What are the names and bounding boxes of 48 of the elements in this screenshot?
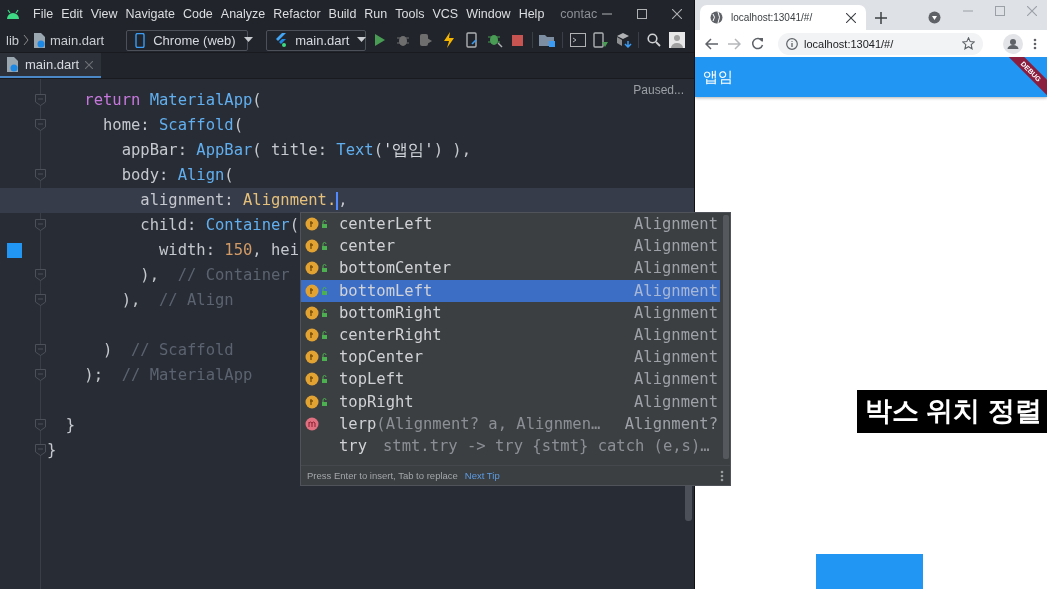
- caption-text: 박스 위치 정렬: [857, 390, 1047, 433]
- file-tab[interactable]: main.dart: [0, 53, 102, 78]
- breadcrumb-item[interactable]: lib: [6, 32, 19, 48]
- completion-item[interactable]: bottomRight Alignment: [301, 301, 720, 324]
- completion-item[interactable]: topLeft Alignment: [301, 368, 720, 391]
- code-line: ); // MaterialApp: [83, 365, 253, 386]
- menu-item[interactable]: Navigate: [121, 7, 179, 21]
- completion-item[interactable]: try stmt.try -> try {stmt} catch (e,s)…: [301, 434, 720, 458]
- menu-item[interactable]: Analyze: [216, 7, 270, 21]
- menu-item[interactable]: Tools: [391, 7, 429, 21]
- code-line: ), // Container: [139, 265, 290, 286]
- menu-item[interactable]: Build: [324, 7, 361, 21]
- completion-item[interactable]: topRight Alignment: [301, 390, 720, 413]
- code-line: return MaterialApp(: [83, 90, 262, 111]
- code-line: ), // Align: [120, 290, 234, 311]
- menu-item[interactable]: Run: [360, 7, 392, 21]
- completion-item[interactable]: topCenter Alignment: [301, 346, 720, 369]
- code-line: body: Align(: [120, 165, 234, 186]
- hint-text: Press Enter to insert, Tab to replace: [307, 470, 458, 481]
- code-line: }: [47, 440, 57, 461]
- next-tip-link[interactable]: Next Tip: [464, 470, 500, 481]
- address-bar[interactable]: localhost:13041/#/: [778, 32, 983, 55]
- menu-item[interactable]: Help: [514, 7, 549, 21]
- menu-item[interactable]: Edit: [57, 7, 87, 21]
- menu-item[interactable]: Refactor: [269, 7, 325, 21]
- completion-item[interactable]: lerp(Alignment? a, Alignmen… Alignment?: [301, 412, 720, 435]
- code-line: child: Container(: [139, 215, 299, 236]
- menu-item[interactable]: Window: [462, 7, 515, 21]
- code-line: home: Scaffold(: [102, 115, 243, 136]
- code-line: }: [64, 415, 75, 436]
- menu-item[interactable]: VCS: [428, 7, 463, 21]
- completion-item[interactable]: bottomCenter Alignment: [301, 257, 720, 280]
- breadcrumb-item[interactable]: main.dart: [50, 32, 105, 48]
- completion-item[interactable]: center Alignment: [301, 235, 720, 258]
- app-bar-title: 앱임: [703, 67, 733, 87]
- code-line: alignment: Alignment.,: [139, 190, 348, 212]
- code-line: appBar: AppBar( title: Text('앱임') ),: [120, 140, 471, 161]
- menu-item[interactable]: View: [86, 7, 122, 21]
- project-name: contac: [560, 7, 599, 21]
- completion-item[interactable]: centerRight Alignment: [301, 323, 720, 347]
- menu-item[interactable]: Code: [178, 7, 217, 21]
- run-config-dropdown[interactable]: main.dart: [266, 29, 367, 51]
- status-text: Paused...: [633, 83, 684, 97]
- completion-item[interactable]: centerLeft Alignment: [301, 213, 720, 236]
- code-line: width: 150, hei: [157, 240, 299, 261]
- browser-tab[interactable]: localhost:13041/#/: [700, 5, 866, 30]
- code-line: ) // Scaffold: [102, 340, 234, 361]
- menu-item[interactable]: File: [29, 7, 58, 21]
